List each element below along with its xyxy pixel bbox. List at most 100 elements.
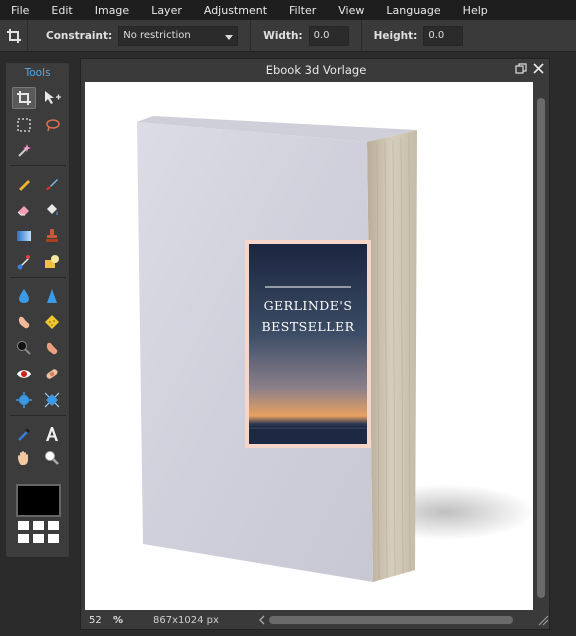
height-input[interactable]: 0.0 (423, 25, 464, 46)
palette-cell[interactable] (48, 521, 59, 530)
constraint-select[interactable]: No restriction (118, 25, 239, 46)
red-eye-tool[interactable] (12, 363, 36, 385)
palette-cell[interactable] (48, 534, 59, 543)
paint-bucket-tool[interactable] (40, 199, 64, 221)
move-tool[interactable] (40, 87, 64, 109)
cover-title-line2: BESTSELLER (261, 319, 355, 334)
tools-panel-title: Tools (24, 67, 51, 79)
current-tool-crop-icon (0, 19, 28, 52)
sharpen-icon (47, 289, 57, 303)
zoom-input[interactable]: 52 (89, 615, 113, 626)
resize-grip-icon[interactable] (537, 614, 549, 626)
zoom-icon (45, 451, 59, 465)
eraser-icon (17, 206, 29, 216)
drawing-tool[interactable] (40, 251, 64, 273)
chevron-down-icon (225, 34, 234, 40)
zoom-tool[interactable] (40, 447, 64, 469)
clone-stamp-tool[interactable] (40, 225, 64, 247)
canvas[interactable]: GERLINDE'S BESTSELLER (85, 82, 533, 610)
burn-tool[interactable] (40, 337, 64, 359)
document-title: Ebook 3d Vorlage (265, 63, 367, 77)
dodge-icon (17, 341, 31, 355)
smudge-icon (18, 316, 30, 329)
constraint-value: No restriction (123, 29, 191, 41)
brush-tool[interactable] (40, 173, 64, 195)
status-bar: 52 % 867x1024 px (81, 611, 551, 629)
crop-tool[interactable] (12, 87, 36, 109)
lasso-tool[interactable] (40, 114, 64, 136)
gradient-tool[interactable] (12, 225, 36, 247)
red-eye-icon (17, 370, 31, 378)
zoom-unit: % (113, 614, 124, 626)
palette-cell[interactable] (18, 521, 29, 530)
image-dimensions: 867x1024 px (153, 614, 219, 626)
color-replace-tool[interactable] (12, 251, 36, 273)
blur-icon (19, 289, 29, 303)
brush-icon (46, 179, 58, 190)
smudge-tool[interactable] (12, 311, 36, 333)
horizontal-scrollbar[interactable] (257, 614, 539, 626)
color-picker-tool[interactable] (12, 423, 36, 445)
pencil-icon (18, 180, 30, 192)
divider (10, 277, 66, 278)
blur-tool[interactable] (12, 285, 36, 307)
palette-cell[interactable] (33, 521, 44, 530)
pinch-icon (44, 392, 60, 408)
dodge-tool[interactable] (12, 337, 36, 359)
magic-wand-tool[interactable] (12, 139, 36, 161)
type-icon (46, 427, 58, 441)
document-window: Ebook 3d Vorlage GERLINDE'S BESTSELLER 5… (80, 58, 550, 630)
sponge-icon (45, 315, 59, 329)
clone-stamp-icon (46, 229, 58, 242)
marquee-icon (17, 118, 31, 132)
hand-tool[interactable] (12, 447, 36, 469)
pinch-tool[interactable] (40, 389, 64, 411)
eraser-tool[interactable] (12, 199, 36, 221)
divider (10, 415, 66, 416)
color-picker-icon (18, 427, 31, 441)
tools-panel: Tools (5, 62, 70, 558)
spot-heal-tool[interactable] (40, 363, 64, 385)
divider (10, 165, 66, 166)
menu-adjustment[interactable]: Adjustment (193, 4, 278, 17)
width-input[interactable]: 0.0 (308, 25, 349, 46)
type-tool[interactable] (40, 423, 64, 445)
vertical-scrollbar-thumb[interactable] (537, 98, 545, 598)
lasso-icon (46, 119, 60, 132)
divider (360, 19, 362, 52)
cover-title-line1: GERLINDE'S (263, 298, 353, 313)
horizontal-scrollbar-thumb[interactable] (269, 616, 513, 624)
foreground-color-swatch[interactable] (16, 484, 61, 517)
width-label: Width: (263, 29, 303, 42)
book-mockup-image (137, 116, 533, 582)
menu-filter[interactable]: Filter (278, 4, 327, 17)
close-icon[interactable] (533, 63, 544, 76)
bloat-tool[interactable] (12, 389, 36, 411)
menu-view[interactable]: View (327, 4, 375, 17)
menu-edit[interactable]: Edit (40, 4, 83, 17)
burn-icon (46, 342, 58, 355)
sponge-tool[interactable] (40, 311, 64, 333)
marquee-tool[interactable] (12, 114, 36, 136)
menu-language[interactable]: Language (375, 4, 451, 17)
menu-help[interactable]: Help (452, 4, 499, 17)
color-replace-icon (17, 255, 30, 270)
menu-file[interactable]: File (0, 4, 40, 17)
bloat-icon (16, 392, 32, 408)
scroll-left-icon[interactable] (258, 615, 266, 625)
crop-icon (17, 91, 31, 105)
drawing-icon (45, 255, 59, 268)
options-bar: Constraint: No restriction Width: 0.0 He… (0, 19, 576, 52)
sharpen-tool[interactable] (40, 285, 64, 307)
pencil-tool[interactable] (12, 173, 36, 195)
gradient-icon (17, 231, 31, 241)
vertical-scrollbar[interactable] (535, 82, 547, 610)
menu-image[interactable]: Image (84, 4, 140, 17)
restore-window-icon[interactable] (515, 63, 527, 77)
menu-bar: File Edit Image Layer Adjustment Filter … (0, 0, 576, 20)
menu-layer[interactable]: Layer (140, 4, 193, 17)
palette-cell[interactable] (33, 534, 44, 543)
hand-icon (18, 451, 28, 465)
divider (250, 19, 252, 52)
palette-cell[interactable] (18, 534, 29, 543)
